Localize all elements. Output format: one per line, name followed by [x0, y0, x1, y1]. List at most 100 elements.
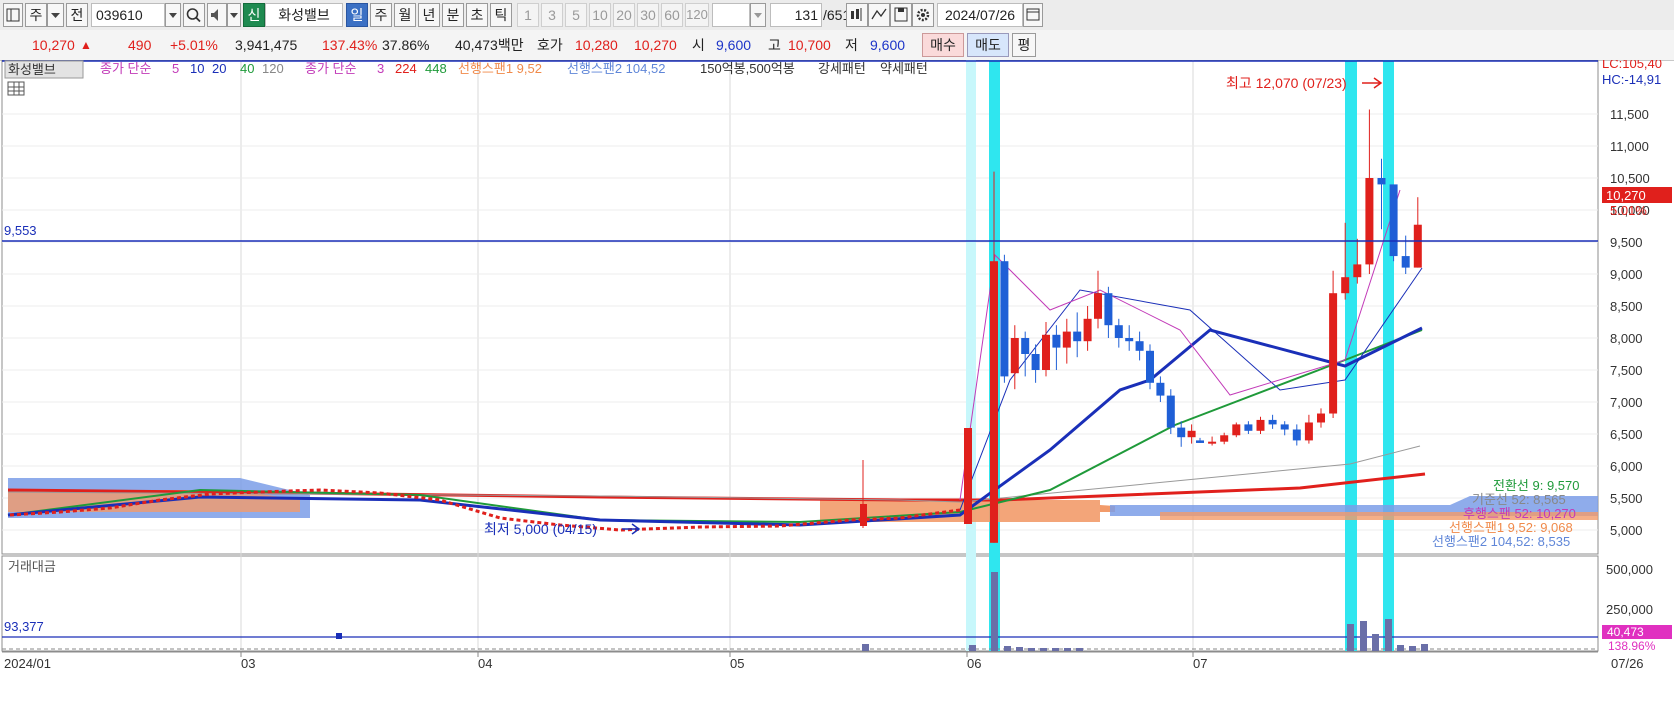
interval-30[interactable]: 30: [637, 3, 659, 27]
interval-dropdown-icon[interactable]: [750, 3, 766, 27]
candle-body: [1389, 184, 1398, 257]
interval-60[interactable]: 60: [661, 3, 683, 27]
legend-span1: 선행스팬1 9,52: [458, 61, 542, 76]
candle-body: [1177, 427, 1186, 438]
price-tag-value: 10,270: [1606, 188, 1646, 203]
legend-stock-name: 화성밸브: [8, 62, 56, 77]
legend-ma-label: 종가 단순: [100, 61, 151, 76]
interval-120[interactable]: 120: [685, 3, 709, 27]
candle-body: [1317, 413, 1325, 423]
candle-body: [1083, 318, 1092, 342]
interval-20[interactable]: 20: [613, 3, 635, 27]
period-minute[interactable]: 분: [442, 3, 464, 27]
x-tick: 07/26: [1611, 656, 1644, 671]
bid-price: 10,270: [634, 37, 677, 53]
candle-body: [1135, 341, 1144, 351]
price-chart[interactable]: 9,553 최고 12,070 (07/23) 최저 5,000 (04/15)…: [0, 60, 1674, 723]
candle-body: [1208, 441, 1217, 444]
open-label: 시: [692, 37, 705, 53]
candle-body: [1146, 350, 1154, 383]
legend-ma2-224: 224: [395, 61, 417, 76]
sell-button[interactable]: 매도: [967, 33, 1009, 57]
legend-ma2-label: 종가 단순: [305, 61, 356, 76]
candle-body: [1353, 264, 1362, 278]
interval-5[interactable]: 5: [565, 3, 587, 27]
open-price: 9,600: [716, 37, 752, 53]
table-icon[interactable]: [7, 81, 25, 96]
y-tick: 7,000: [1610, 395, 1643, 410]
count-input[interactable]: 131: [770, 3, 822, 27]
layout-icon[interactable]: [3, 3, 23, 27]
interval-input[interactable]: [712, 3, 750, 27]
sound-icon[interactable]: [207, 3, 227, 27]
period-week[interactable]: 주: [370, 3, 392, 27]
candle-body: [1329, 293, 1338, 414]
candle-body: [1094, 293, 1102, 319]
conversion-line-label: 전환선 9: 9,570: [1493, 478, 1579, 493]
candle-body: [1104, 293, 1113, 326]
max-annotation: 최고 12,070 (07/23): [1226, 75, 1347, 91]
high-price: 10,700: [788, 37, 831, 53]
eval-button[interactable]: 평: [1012, 33, 1036, 57]
date-input[interactable]: 2024/07/26: [937, 3, 1023, 27]
code-dropdown-icon[interactable]: [165, 3, 181, 27]
sound-dropdown-icon[interactable]: [227, 3, 241, 27]
period-day[interactable]: 일: [346, 3, 368, 27]
interval-1[interactable]: 1: [517, 3, 539, 27]
candle-body: [1377, 178, 1386, 185]
y-axis: 11,500 11,000 10,500 10,000 9,500 9,000 …: [1610, 107, 1650, 538]
type-dropdown-icon[interactable]: [47, 3, 64, 27]
volume-tag-pct: 138.96%: [1608, 639, 1656, 653]
x-tick: 04: [478, 656, 492, 671]
period-tick[interactable]: 틱: [490, 3, 512, 27]
up-arrow-icon: ▲: [80, 38, 92, 52]
y-tick: 6,500: [1610, 427, 1643, 442]
candle-body: [1292, 429, 1301, 441]
period-month[interactable]: 월: [394, 3, 416, 27]
search-icon[interactable]: [183, 3, 205, 27]
interval-3[interactable]: 3: [541, 3, 563, 27]
stock-code-input[interactable]: 039610: [91, 3, 165, 27]
calendar-icon[interactable]: [1023, 3, 1043, 27]
gear-icon[interactable]: [912, 3, 934, 27]
prev-button[interactable]: 전: [66, 3, 88, 27]
legend-ma-5: 5: [172, 61, 179, 76]
save-icon[interactable]: [890, 3, 912, 27]
type-button[interactable]: 주: [25, 3, 47, 27]
y-tick: 8,000: [1610, 331, 1643, 346]
legend-ma-120: 120: [262, 61, 284, 76]
y-tick: 8,500: [1610, 299, 1643, 314]
candle-body: [1280, 424, 1289, 430]
period-year[interactable]: 년: [418, 3, 440, 27]
candle-body: [1256, 419, 1265, 431]
candle-body: [1268, 419, 1277, 425]
compare-icon[interactable]: [868, 3, 890, 27]
low-price: 9,600: [870, 37, 906, 53]
legend-strong: 강세패턴: [818, 61, 866, 76]
x-tick: 2024/01: [4, 656, 51, 671]
period-second[interactable]: 초: [466, 3, 488, 27]
y-tick: 11,500: [1610, 107, 1649, 122]
legend-ma-10: 10: [190, 61, 204, 76]
lc-label: LC:105,40: [1602, 60, 1662, 71]
y-tick: 9,000: [1610, 267, 1643, 282]
buy-button[interactable]: 매수: [922, 33, 964, 57]
y-tick: 7,500: [1610, 363, 1643, 378]
candle-body: [1196, 440, 1204, 443]
stock-name-field[interactable]: 화성밸브: [265, 3, 343, 27]
interval-10[interactable]: 10: [589, 3, 611, 27]
candle-body: [1114, 325, 1123, 338]
legend-ma2-3: 3: [377, 61, 384, 76]
price-change-pct: +5.01%: [170, 37, 218, 53]
low-label: 저: [845, 37, 858, 53]
candle-body: [1021, 338, 1030, 354]
leading-span1-label: 선행스팬1 9,52: 9,068: [1449, 520, 1573, 535]
x-axis-ticks: [240, 652, 1194, 657]
y-tick: 6,000: [1610, 459, 1643, 474]
bar-chart-icon[interactable]: [846, 3, 868, 27]
candle-body: [1125, 338, 1134, 342]
volume-tag-value: 40,473: [1607, 625, 1644, 639]
toolbar-top: 주 전 039610 신 화성밸브 일 주 월 년 분 초 틱 1 3 5 10…: [0, 0, 1674, 31]
trade-amount: 40,473백만: [455, 37, 524, 53]
x-tick: 05: [730, 656, 744, 671]
